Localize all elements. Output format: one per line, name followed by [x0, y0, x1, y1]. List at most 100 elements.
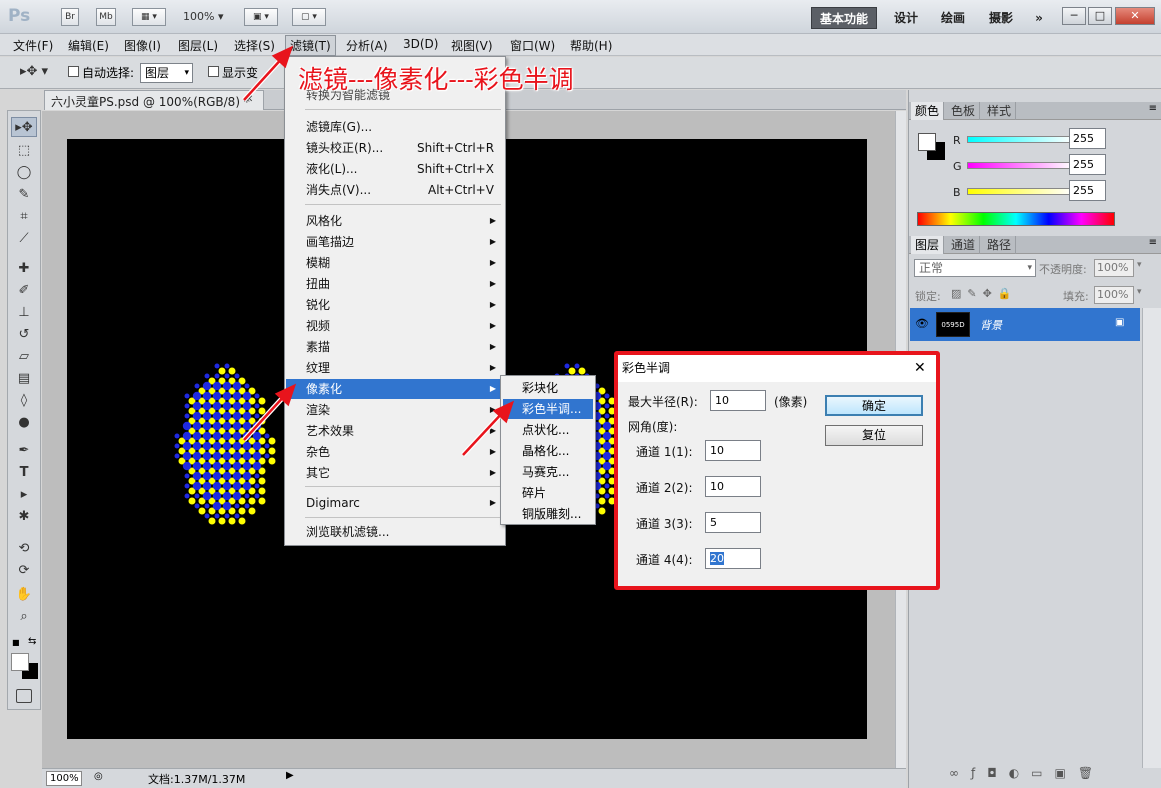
filter-category-item[interactable]: 视频 ▶	[286, 316, 504, 336]
eyedropper-tool-icon[interactable]: ⟋	[11, 229, 37, 249]
pixelate-submenu-item[interactable]: 点状化...	[503, 420, 593, 440]
clone-stamp-tool-icon[interactable]: ⊥	[11, 303, 37, 323]
bridge-button[interactable]: Br	[61, 8, 79, 26]
gradient-tool-icon[interactable]: ▤	[11, 369, 37, 389]
workspace-photography[interactable]: 摄影	[983, 7, 1019, 29]
status-zoom-field[interactable]: 100%	[46, 771, 82, 786]
pixelate-submenu-item[interactable]: 晶格化...	[503, 441, 593, 461]
pixelate-submenu-item[interactable]: 彩块化	[503, 378, 593, 398]
channel4-input[interactable]: 20	[705, 548, 761, 569]
digimarc-item[interactable]: Digimarc ▶	[286, 493, 504, 513]
quick-selection-tool-icon[interactable]: ✎	[11, 185, 37, 205]
lasso-tool-icon[interactable]: ◯	[11, 163, 37, 183]
filter-category-item[interactable]: 画笔描边 ▶	[286, 232, 504, 252]
brush-tool-icon[interactable]: ✐	[11, 281, 37, 301]
foreground-color-swatch[interactable]	[11, 653, 29, 671]
swap-colors-icon[interactable]: ⇆	[28, 636, 36, 647]
menu-filter[interactable]: 滤镜(T)	[285, 35, 336, 56]
move-tool-icon[interactable]: ▸✥	[11, 117, 37, 137]
channel3-input[interactable]: 5	[705, 512, 761, 533]
menu-view[interactable]: 视图(V)	[451, 37, 493, 54]
reset-button[interactable]: 复位	[825, 425, 923, 446]
channel2-input[interactable]: 10	[705, 476, 761, 497]
move-tool-preset-icon[interactable]: ▸✥ ▾	[20, 64, 48, 79]
show-transform-checkbox[interactable]	[208, 66, 219, 77]
marquee-tool-icon[interactable]: ⬚	[11, 141, 37, 161]
menu-help[interactable]: 帮助(H)	[570, 37, 612, 54]
fill-chevron-icon[interactable]: ▾	[1137, 287, 1142, 297]
document-tab[interactable]: 六小灵童PS.psd @ 100%(RGB/8) *	[44, 90, 264, 110]
filter-category-item[interactable]: 杂色 ▶	[286, 442, 504, 462]
filter-category-item[interactable]: 其它 ▶	[286, 463, 504, 483]
menu-file[interactable]: 文件(F)	[13, 37, 53, 54]
liquify-item[interactable]: 液化(L)... Shift+Ctrl+X	[286, 159, 504, 179]
mini-bridge-button[interactable]: Mb	[96, 8, 116, 26]
close-window-button[interactable]: ✕	[1115, 7, 1155, 25]
crop-tool-icon[interactable]: ⌗	[11, 207, 37, 227]
hand-tool-icon[interactable]: ✋	[11, 585, 37, 605]
workspace-design[interactable]: 设计	[888, 7, 924, 29]
menu-layer[interactable]: 图层(L)	[178, 37, 218, 54]
r-value[interactable]: 255	[1069, 128, 1106, 149]
default-colors-icon[interactable]: ■	[12, 638, 20, 647]
filter-gallery-item[interactable]: 滤镜库(G)...	[286, 117, 504, 137]
b-value[interactable]: 255	[1069, 180, 1106, 201]
layers-menu-icon[interactable]: ≡	[1149, 237, 1157, 248]
filter-category-item[interactable]: 艺术效果 ▶	[286, 421, 504, 441]
status-arrow-icon[interactable]: ▶	[286, 770, 294, 781]
menu-select[interactable]: 选择(S)	[234, 37, 275, 54]
3d-rotate-tool-icon[interactable]: ⟲	[11, 539, 37, 559]
type-tool-icon[interactable]: T	[11, 463, 37, 483]
tab-paths[interactable]: 路径	[983, 236, 1017, 254]
filter-category-item[interactable]: 风格化 ▶	[286, 211, 504, 231]
browse-online-filters-item[interactable]: 浏览联机滤镜...	[286, 522, 504, 542]
fill-field[interactable]: 100%	[1094, 286, 1134, 304]
filter-category-item[interactable]: 像素化 ▶	[286, 379, 504, 399]
pixelate-submenu-item[interactable]: 马赛克...	[503, 462, 593, 482]
menu-image[interactable]: 图像(I)	[124, 37, 161, 54]
pixelate-submenu-item[interactable]: 碎片	[503, 483, 593, 503]
tab-layers[interactable]: 图层	[911, 236, 945, 254]
g-value[interactable]: 255	[1069, 154, 1106, 175]
eye-icon[interactable]: 👁	[915, 317, 929, 330]
tab-channels[interactable]: 通道	[947, 236, 981, 254]
arrange-documents-dropdown[interactable]: ▣ ▾	[244, 8, 278, 26]
max-radius-input[interactable]: 10	[710, 390, 766, 411]
channel1-input[interactable]: 10	[705, 440, 761, 461]
r-slider[interactable]	[967, 136, 1073, 143]
vanishing-point-item[interactable]: 消失点(V)... Alt+Ctrl+V	[286, 180, 504, 200]
pixelate-submenu-item[interactable]: 铜版雕刻...	[503, 504, 593, 524]
autoselect-checkbox[interactable]	[68, 66, 79, 77]
opacity-field[interactable]: 100%	[1094, 259, 1134, 277]
maximize-button[interactable]: □	[1088, 7, 1112, 25]
layers-scrollbar[interactable]	[1142, 308, 1161, 768]
layer-name[interactable]: 背景	[980, 317, 1002, 333]
lens-correction-item[interactable]: 镜头校正(R)... Shift+Ctrl+R	[286, 138, 504, 158]
layers-footer-icons[interactable]: ∞ƒ◘◐▭▣🗑	[949, 766, 1105, 780]
pen-tool-icon[interactable]: ✒	[11, 441, 37, 461]
menu-3d[interactable]: 3D(D)	[403, 37, 438, 51]
autoselect-dropdown[interactable]: 图层 ▾	[140, 63, 193, 83]
workspace-painting[interactable]: 绘画	[935, 7, 971, 29]
g-slider[interactable]	[967, 162, 1073, 169]
lock-icons[interactable]: ▨✎✥🔒	[951, 287, 1018, 300]
color-spectrum-bar[interactable]	[917, 212, 1115, 226]
quick-mask-icon[interactable]	[16, 689, 32, 703]
tab-swatches[interactable]: 色板	[947, 102, 981, 120]
ok-button[interactable]: 确定	[825, 395, 923, 416]
workspace-more-button[interactable]: »	[1028, 7, 1050, 29]
menu-analysis[interactable]: 分析(A)	[346, 37, 388, 54]
filter-category-item[interactable]: 渲染 ▶	[286, 400, 504, 420]
path-selection-tool-icon[interactable]: ▸	[11, 485, 37, 505]
tab-styles[interactable]: 样式	[983, 102, 1017, 120]
shape-tool-icon[interactable]: ✱	[11, 507, 37, 527]
filter-category-item[interactable]: 锐化 ▶	[286, 295, 504, 315]
layer-row-background[interactable]: 👁 0595D 背景 ▣	[910, 308, 1140, 341]
status-info-icon[interactable]: ◎	[94, 771, 103, 782]
menu-edit[interactable]: 编辑(E)	[68, 37, 109, 54]
minimize-button[interactable]: ─	[1062, 7, 1086, 25]
3d-orbit-tool-icon[interactable]: ⟳	[11, 561, 37, 581]
pixelate-submenu-item[interactable]: 彩色半调...	[503, 399, 593, 419]
opacity-chevron-icon[interactable]: ▾	[1137, 260, 1142, 270]
filter-category-item[interactable]: 扭曲 ▶	[286, 274, 504, 294]
